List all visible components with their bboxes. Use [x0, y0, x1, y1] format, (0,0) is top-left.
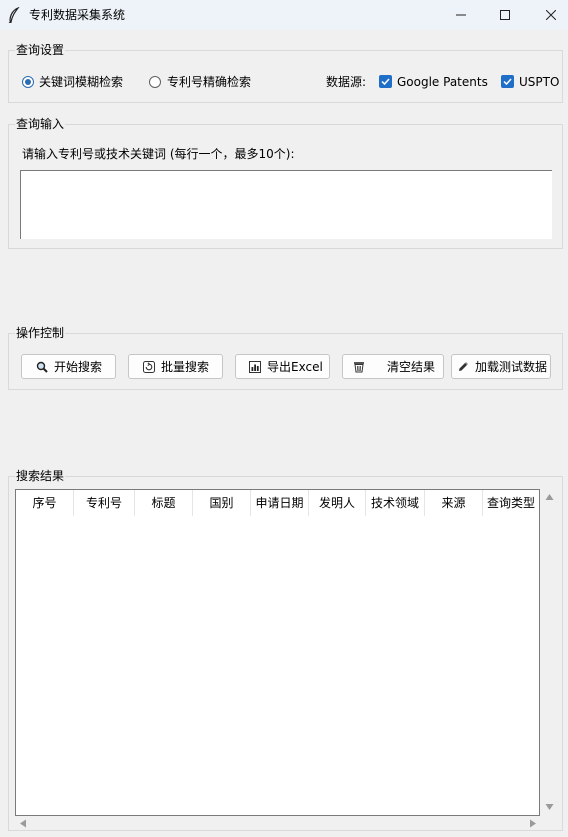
wastebasket-icon: [354, 362, 364, 373]
fuzzy-search-radio[interactable]: [22, 76, 34, 88]
start-search-button[interactable]: 开始搜索: [21, 354, 116, 379]
column-header[interactable]: 标题: [135, 490, 193, 516]
uspto-checkbox[interactable]: [501, 75, 514, 88]
query-input-prompt: 请输入专利号或技术关键词 (每行一个，最多10个):: [22, 147, 295, 161]
export-excel-button[interactable]: 导出Excel: [235, 354, 330, 379]
uspto-label[interactable]: USPTO: [519, 75, 559, 89]
controls-legend: 操作控制: [15, 326, 66, 340]
clear-results-label: 清空结果: [387, 360, 436, 374]
title-bar: 专利数据采集系统: [0, 0, 568, 30]
column-header[interactable]: 来源: [425, 490, 483, 516]
start-search-label: 开始搜索: [54, 360, 103, 374]
scroll-up-arrow-icon[interactable]: [545, 493, 554, 501]
checkmark-icon: [503, 78, 512, 86]
load-test-data-button[interactable]: 加载测试数据: [451, 354, 551, 379]
results-legend: 搜索结果: [15, 469, 66, 483]
query-settings-legend: 查询设置: [15, 43, 66, 57]
window-title: 专利数据采集系统: [29, 8, 126, 22]
google-patents-label[interactable]: Google Patents: [397, 75, 488, 89]
column-header[interactable]: 国别: [193, 490, 251, 516]
scroll-left-arrow-icon[interactable]: [19, 819, 27, 828]
exact-search-label[interactable]: 专利号精确检索: [167, 75, 251, 89]
checkmark-icon: [381, 78, 390, 86]
results-table[interactable]: 序号 专利号 标题 国别 申请日期 发明人 技术领域 来源 查询类型: [15, 489, 540, 816]
maximize-button[interactable]: [482, 0, 528, 30]
scroll-right-arrow-icon[interactable]: [529, 819, 537, 828]
close-button[interactable]: [528, 0, 568, 30]
batch-search-label: 批量搜索: [161, 360, 210, 374]
clear-results-button[interactable]: 清空结果: [342, 354, 444, 379]
minimize-button[interactable]: [438, 0, 484, 30]
export-excel-label: 导出Excel: [267, 360, 323, 374]
bar-chart-icon: [249, 361, 261, 373]
query-input-legend: 查询输入: [15, 117, 66, 131]
column-header[interactable]: 申请日期: [251, 490, 309, 516]
exact-search-radio[interactable]: [149, 76, 161, 88]
batch-search-button[interactable]: 批量搜索: [128, 354, 223, 379]
column-header[interactable]: 专利号: [74, 490, 135, 516]
google-patents-checkbox[interactable]: [379, 75, 392, 88]
column-header[interactable]: 发明人: [309, 490, 366, 516]
scroll-down-arrow-icon[interactable]: [545, 803, 554, 811]
minimize-icon: [456, 14, 466, 16]
column-header[interactable]: 序号: [16, 490, 74, 516]
close-icon: [546, 10, 556, 20]
pencil-icon: [459, 362, 468, 371]
maximize-icon: [500, 10, 510, 20]
data-source-label: 数据源:: [326, 75, 367, 89]
load-test-data-label: 加载测试数据: [475, 360, 548, 374]
query-textarea[interactable]: [20, 170, 552, 239]
fuzzy-search-label[interactable]: 关键词模糊检索: [39, 75, 123, 89]
refresh-icon: [143, 361, 155, 373]
column-header[interactable]: 技术领域: [366, 490, 425, 516]
feather-icon: [8, 7, 20, 23]
magnifier-icon: [36, 361, 48, 373]
column-header[interactable]: 查询类型: [483, 490, 539, 516]
